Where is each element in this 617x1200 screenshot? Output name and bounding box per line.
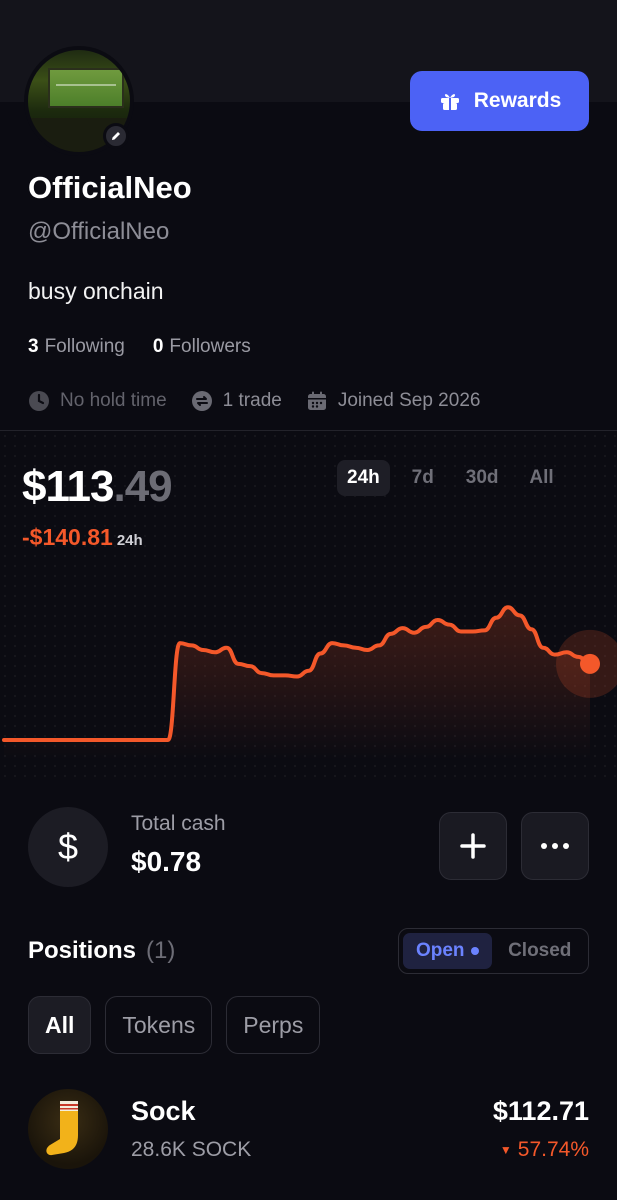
followers-label: Followers <box>169 336 251 357</box>
join-date: Joined Sep 2026 <box>306 390 480 412</box>
following-link[interactable]: 3 Following <box>28 336 125 358</box>
position-name: Sock <box>131 1096 196 1126</box>
positions-count: (1) <box>146 937 176 964</box>
bio: busy onchain <box>28 278 164 304</box>
portfolio-change: -$140.81 24h <box>22 524 143 551</box>
clock-icon <box>29 391 49 411</box>
filter-all[interactable]: All <box>28 996 92 1054</box>
follow-stats: 3 Following 0 Followers <box>28 336 251 358</box>
change-amount: -$140.81 <box>22 524 113 550</box>
portfolio-chart[interactable] <box>0 580 617 760</box>
followers-link[interactable]: 0 Followers <box>153 336 251 358</box>
closed-tab[interactable]: Closed <box>496 933 585 969</box>
swap-icon <box>191 391 212 411</box>
open-closed-toggle: Open Closed <box>398 928 589 974</box>
open-tab[interactable]: Open <box>403 933 492 969</box>
trade-count: 1 trade <box>191 390 282 412</box>
following-label: Following <box>44 336 125 357</box>
dollar-icon: $ <box>57 826 79 867</box>
range-tab-all[interactable]: All <box>517 460 567 496</box>
filter-tokens[interactable]: Tokens <box>105 996 213 1054</box>
filter-perps[interactable]: Perps <box>226 996 321 1054</box>
range-tab-24h[interactable]: 24h <box>337 460 390 496</box>
following-count: 3 <box>28 336 39 357</box>
range-tab-7d[interactable]: 7d <box>398 460 448 496</box>
cash-value: $0.78 <box>131 846 202 877</box>
cash-label: Total cash <box>131 812 226 835</box>
more-options-button[interactable] <box>521 812 589 880</box>
range-tabs: 24h 7d 30d All <box>337 460 567 496</box>
rewards-button[interactable]: Rewards <box>410 71 589 131</box>
active-dot-icon <box>470 947 479 955</box>
followers-count: 0 <box>152 336 164 357</box>
chart-endpoint <box>580 653 600 674</box>
edit-avatar-button[interactable] <box>103 123 129 149</box>
chart-area-fill <box>4 607 590 760</box>
cash-icon-circle: $ <box>28 807 108 887</box>
pencil-icon <box>112 132 120 140</box>
calendar-icon <box>307 391 326 410</box>
positions-heading: Positions (1) <box>28 937 176 964</box>
position-filters: All Tokens Perps <box>28 996 321 1054</box>
change-period: 24h <box>116 532 143 549</box>
gift-icon <box>440 94 459 110</box>
add-cash-button[interactable] <box>439 812 507 880</box>
position-amount: 28.6K SOCK <box>131 1138 252 1161</box>
position-value: $112.71 <box>492 1096 589 1126</box>
plus-icon <box>460 833 486 859</box>
sock-token-icon <box>28 1089 108 1169</box>
balance-cents: .49 <box>113 462 172 511</box>
more-icon <box>541 843 569 849</box>
position-change: ▼ 57.74% <box>499 1138 589 1161</box>
profile-meta: No hold time 1 trade Joined Sep 2026 <box>28 390 504 412</box>
hold-time: No hold time <box>28 390 167 412</box>
down-triangle-icon: ▼ <box>499 1143 512 1158</box>
range-tab-30d[interactable]: 30d <box>456 460 509 496</box>
user-handle: @OfficialNeo <box>28 218 170 245</box>
display-name: OfficialNeo <box>28 170 192 205</box>
portfolio-balance: $113.49 <box>22 462 173 512</box>
rewards-label: Rewards <box>473 89 562 112</box>
balance-whole: $113 <box>22 462 114 511</box>
